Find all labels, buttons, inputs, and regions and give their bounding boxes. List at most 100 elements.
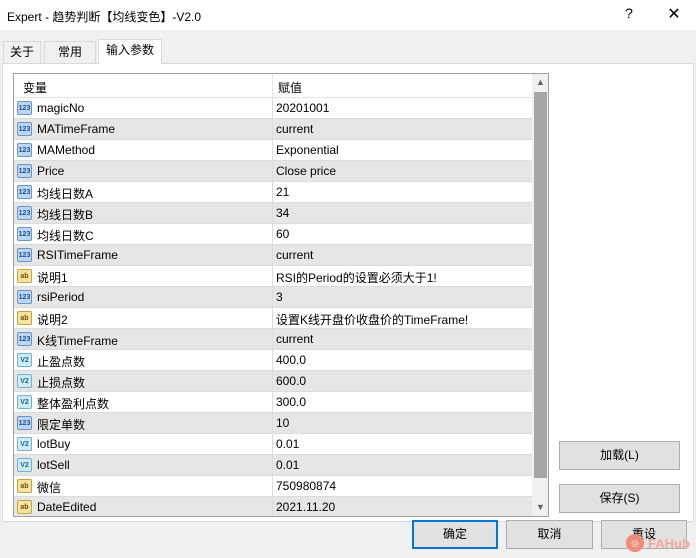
cell-divider [272,329,273,350]
param-value[interactable]: 400.0 [276,353,306,367]
param-value[interactable]: 34 [276,206,289,220]
tab-about[interactable]: 关于 [3,41,41,63]
load-button[interactable]: 加载(L) [559,441,680,470]
title-bar: Expert - 趋势判断【均线变色】-V2.0 ? ✕ [0,0,696,30]
param-value[interactable]: 0.01 [276,458,299,472]
param-value[interactable]: Exponential [276,143,339,157]
param-name: 微信 [37,481,62,495]
param-name: 整体盈利点数 [37,397,110,411]
tab-inputs[interactable]: 输入参数 [98,39,162,64]
table-row[interactable]: 123 均线日数A 21 [14,182,532,203]
param-value[interactable]: 2021.11.20 [276,500,335,514]
table-row[interactable]: 123 magicNo 20201001 [14,98,532,119]
param-value[interactable]: 20201001 [276,101,329,115]
table-row[interactable]: V2 整体盈利点数 300.0 [14,392,532,413]
watermark-logo-icon: ◎ [626,534,644,552]
table-row[interactable]: ab 说明2 设置K线开盘价收盘价的TimeFrame! [14,308,532,329]
scroll-thumb[interactable] [534,92,547,478]
param-value[interactable]: 750980874 [276,479,336,493]
param-name: 止损点数 [37,376,86,390]
cell-divider [272,350,273,371]
int-icon: 123 [17,101,32,115]
param-value[interactable]: 设置K线开盘价收盘价的TimeFrame! [276,311,468,328]
param-name: 说明1 [37,271,68,285]
param-value[interactable]: Close price [276,164,336,178]
param-value[interactable]: current [276,332,313,346]
double-icon: V2 [17,353,32,367]
string-icon: ab [17,500,32,514]
param-value[interactable]: current [276,248,313,262]
table-row[interactable]: 123 rsiPeriod 3 [14,287,532,308]
table-row[interactable]: V2 lotSell 0.01 [14,455,532,476]
cell-divider [272,98,273,119]
int-icon: 123 [17,248,32,262]
double-icon: V2 [17,437,32,451]
param-name: 均线日数A [37,187,94,201]
int-icon: 123 [17,122,32,136]
scroll-down-arrow-icon[interactable]: ▼ [532,499,548,516]
int-icon: 123 [17,416,32,430]
cell-divider [272,140,273,161]
param-value[interactable]: 0.01 [276,437,299,451]
table-row[interactable]: ab 微信 750980874 [14,476,532,497]
param-value[interactable]: 600.0 [276,374,306,388]
grid-rows: 123 magicNo 20201001 123 MATimeFrame current 1… [14,98,532,516]
param-value[interactable]: 21 [276,185,289,199]
param-value[interactable]: 60 [276,227,289,241]
cell-divider [272,413,273,434]
cell-divider [272,497,273,516]
cell-divider [272,287,273,308]
table-row[interactable]: V2 lotBuy 0.01 [14,434,532,455]
table-row[interactable]: 123 限定单数 10 [14,413,532,434]
int-icon: 123 [17,185,32,199]
tab-label: 输入参数 [105,43,154,57]
column-divider[interactable] [272,74,273,98]
param-name: K线TimeFrame [37,334,118,348]
int-icon: 123 [17,290,32,304]
param-value[interactable]: 300.0 [276,395,306,409]
double-icon: V2 [17,374,32,388]
param-value[interactable]: RSI的Period的设置必须大于1! [276,269,437,286]
double-icon: V2 [17,395,32,409]
table-row[interactable]: 123 均线日数B 34 [14,203,532,224]
table-row[interactable]: 123 RSITimeFrame current [14,245,532,266]
int-icon: 123 [17,206,32,220]
int-icon: 123 [17,164,32,178]
param-value[interactable]: 3 [276,290,283,304]
int-icon: 123 [17,227,32,241]
param-name: 止盈点数 [37,355,86,369]
cell-divider [272,182,273,203]
close-button[interactable]: ✕ [666,4,682,24]
param-name: 说明2 [37,313,68,327]
column-header-variable[interactable]: 变量 [23,79,47,96]
table-row[interactable]: V2 止损点数 600.0 [14,371,532,392]
table-row[interactable]: 123 K线TimeFrame current [14,329,532,350]
scroll-up-arrow-icon[interactable]: ▲ [532,74,548,91]
int-icon: 123 [17,332,32,346]
cell-divider [272,371,273,392]
param-name: MATimeFrame [37,122,115,136]
ok-button[interactable]: 确定 [412,520,498,549]
double-icon: V2 [17,458,32,472]
column-header-value[interactable]: 赋值 [278,79,302,96]
param-value[interactable]: 10 [276,416,289,430]
table-row[interactable]: ab DateEdited 2021.11.20 [14,497,532,516]
cell-divider [272,476,273,497]
save-button[interactable]: 保存(S) [559,484,680,513]
cell-divider [272,203,273,224]
table-row[interactable]: ab 说明1 RSI的Period的设置必须大于1! [14,266,532,287]
vertical-scrollbar[interactable]: ▲ ▼ [532,74,548,516]
table-row[interactable]: 123 MATimeFrame current [14,119,532,140]
tab-common[interactable]: 常用 [44,41,96,63]
table-row[interactable]: 123 MAMethod Exponential [14,140,532,161]
tab-label: 常用 [57,45,82,59]
string-icon: ab [17,269,32,283]
help-button[interactable]: ? [622,5,636,21]
table-row[interactable]: 123 Price Close price [14,161,532,182]
param-name: MAMethod [37,143,96,157]
cancel-button[interactable]: 取消 [506,520,593,549]
table-row[interactable]: 123 均线日数C 60 [14,224,532,245]
param-value[interactable]: current [276,122,313,136]
table-row[interactable]: V2 止盈点数 400.0 [14,350,532,371]
param-name: lotBuy [37,437,71,451]
